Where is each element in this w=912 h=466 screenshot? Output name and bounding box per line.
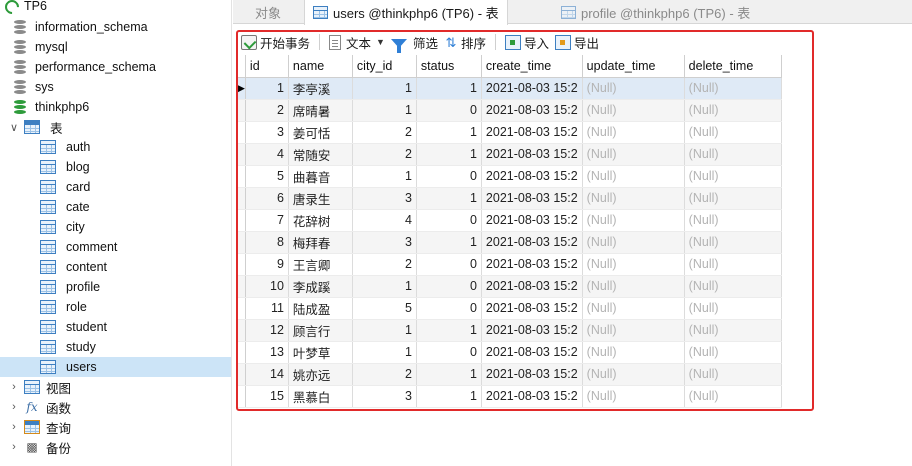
chevron-down-icon[interactable]: ∨ <box>8 121 20 134</box>
table-label: role <box>66 300 87 314</box>
database-icon <box>14 80 26 94</box>
table-label: blog <box>66 160 90 174</box>
active-database-label: thinkphp6 <box>35 100 90 114</box>
table-label: comment <box>66 240 118 254</box>
table-node-users[interactable]: users <box>0 357 231 377</box>
highlight-frame <box>236 30 814 411</box>
table-icon <box>40 300 56 314</box>
chevron-right-icon[interactable]: › <box>8 441 20 453</box>
table-label: student <box>66 320 108 334</box>
table-icon <box>313 6 328 19</box>
database-label: performance_schema <box>35 60 156 74</box>
table-node-card[interactable]: card <box>0 177 231 197</box>
chevron-right-icon[interactable]: › <box>8 381 20 393</box>
table-node-content[interactable]: content <box>0 257 231 277</box>
table-icon <box>40 320 56 334</box>
table-icon <box>40 160 56 174</box>
group-label: 函数 <box>46 401 72 416</box>
database-icon <box>14 100 26 114</box>
table-node-cate[interactable]: cate <box>0 197 231 217</box>
database-icon <box>14 40 26 54</box>
function-icon: fx <box>26 400 38 414</box>
group-node-function[interactable]: › fx 函数 <box>0 397 231 417</box>
object-navigator: TP6 information_schemamysql performance_s… <box>0 0 232 466</box>
table-node-city[interactable]: city <box>0 217 231 237</box>
navicat-window: TP6 information_schemamysql performance_s… <box>0 0 912 466</box>
table-label: profile <box>66 280 101 294</box>
database-icon <box>14 20 26 34</box>
chevron-right-icon[interactable]: › <box>8 401 20 413</box>
table-node-auth[interactable]: auth <box>0 137 231 157</box>
tab-bar: 对象 users @thinkphp6 (TP6) - 表 profile @t… <box>233 0 912 25</box>
table-icon <box>40 180 56 194</box>
table-icon <box>40 200 56 214</box>
table-node-comment[interactable]: comment <box>0 237 231 257</box>
database-icon <box>14 60 26 74</box>
table-node-blog[interactable]: blog <box>0 157 231 177</box>
connection-node[interactable]: TP6 <box>0 0 231 16</box>
database-node[interactable]: performance_schema <box>0 57 231 77</box>
table-label: study <box>66 340 96 354</box>
tables-group-label: 表 <box>50 121 63 136</box>
table-icon <box>40 140 56 154</box>
group-node-view[interactable]: › 视图 <box>0 377 231 397</box>
table-node-profile[interactable]: profile <box>0 277 231 297</box>
tab-profile-label: profile @thinkphp6 (TP6) - 表 <box>581 5 751 21</box>
tab-users-label: users @thinkphp6 (TP6) - 表 <box>333 6 499 21</box>
table-label: card <box>66 180 91 194</box>
group-node-backup[interactable]: › ▩ 备份 <box>0 437 231 457</box>
group-label: 视图 <box>46 381 72 396</box>
table-label: auth <box>66 140 91 154</box>
table-node-study[interactable]: study <box>0 337 231 357</box>
view-icon <box>24 380 40 394</box>
table-node-role[interactable]: role <box>0 297 231 317</box>
tables-group-node[interactable]: ∨ 表 <box>0 117 231 137</box>
tab-objects[interactable]: 对象 <box>247 0 289 24</box>
backup-icon: ▩ <box>26 440 38 454</box>
chevron-right-icon[interactable]: › <box>8 421 20 433</box>
table-icon <box>40 340 56 354</box>
database-node[interactable]: sys <box>0 77 231 97</box>
table-label: users <box>66 360 97 374</box>
connection-icon <box>4 0 18 13</box>
table-icon <box>40 220 56 234</box>
tab-objects-label: 对象 <box>255 5 282 21</box>
tab-users-table[interactable]: users @thinkphp6 (TP6) - 表 <box>304 0 508 25</box>
table-icon <box>40 260 56 274</box>
group-node-query[interactable]: › 查询 <box>0 417 231 437</box>
table-label: city <box>66 220 85 234</box>
table-icon <box>561 5 576 19</box>
database-node-active[interactable]: thinkphp6 <box>0 97 231 117</box>
table-node-student[interactable]: student <box>0 317 231 337</box>
database-node[interactable]: mysql <box>0 37 231 57</box>
database-label: information_schema <box>35 20 148 34</box>
table-icon <box>40 360 56 374</box>
group-label: 查询 <box>46 421 72 436</box>
database-label: sys <box>35 80 54 94</box>
database-node[interactable]: information_schema <box>0 17 231 37</box>
tab-profile-table[interactable]: profile @thinkphp6 (TP6) - 表 <box>553 0 758 24</box>
table-label: content <box>66 260 108 274</box>
database-label: mysql <box>35 40 68 54</box>
table-icon <box>40 240 56 254</box>
connection-label: TP6 <box>24 0 47 13</box>
query-icon <box>24 420 40 434</box>
tables-group-icon <box>24 120 40 134</box>
table-icon <box>40 280 56 294</box>
table-label: cate <box>66 200 90 214</box>
group-label: 备份 <box>46 441 72 456</box>
